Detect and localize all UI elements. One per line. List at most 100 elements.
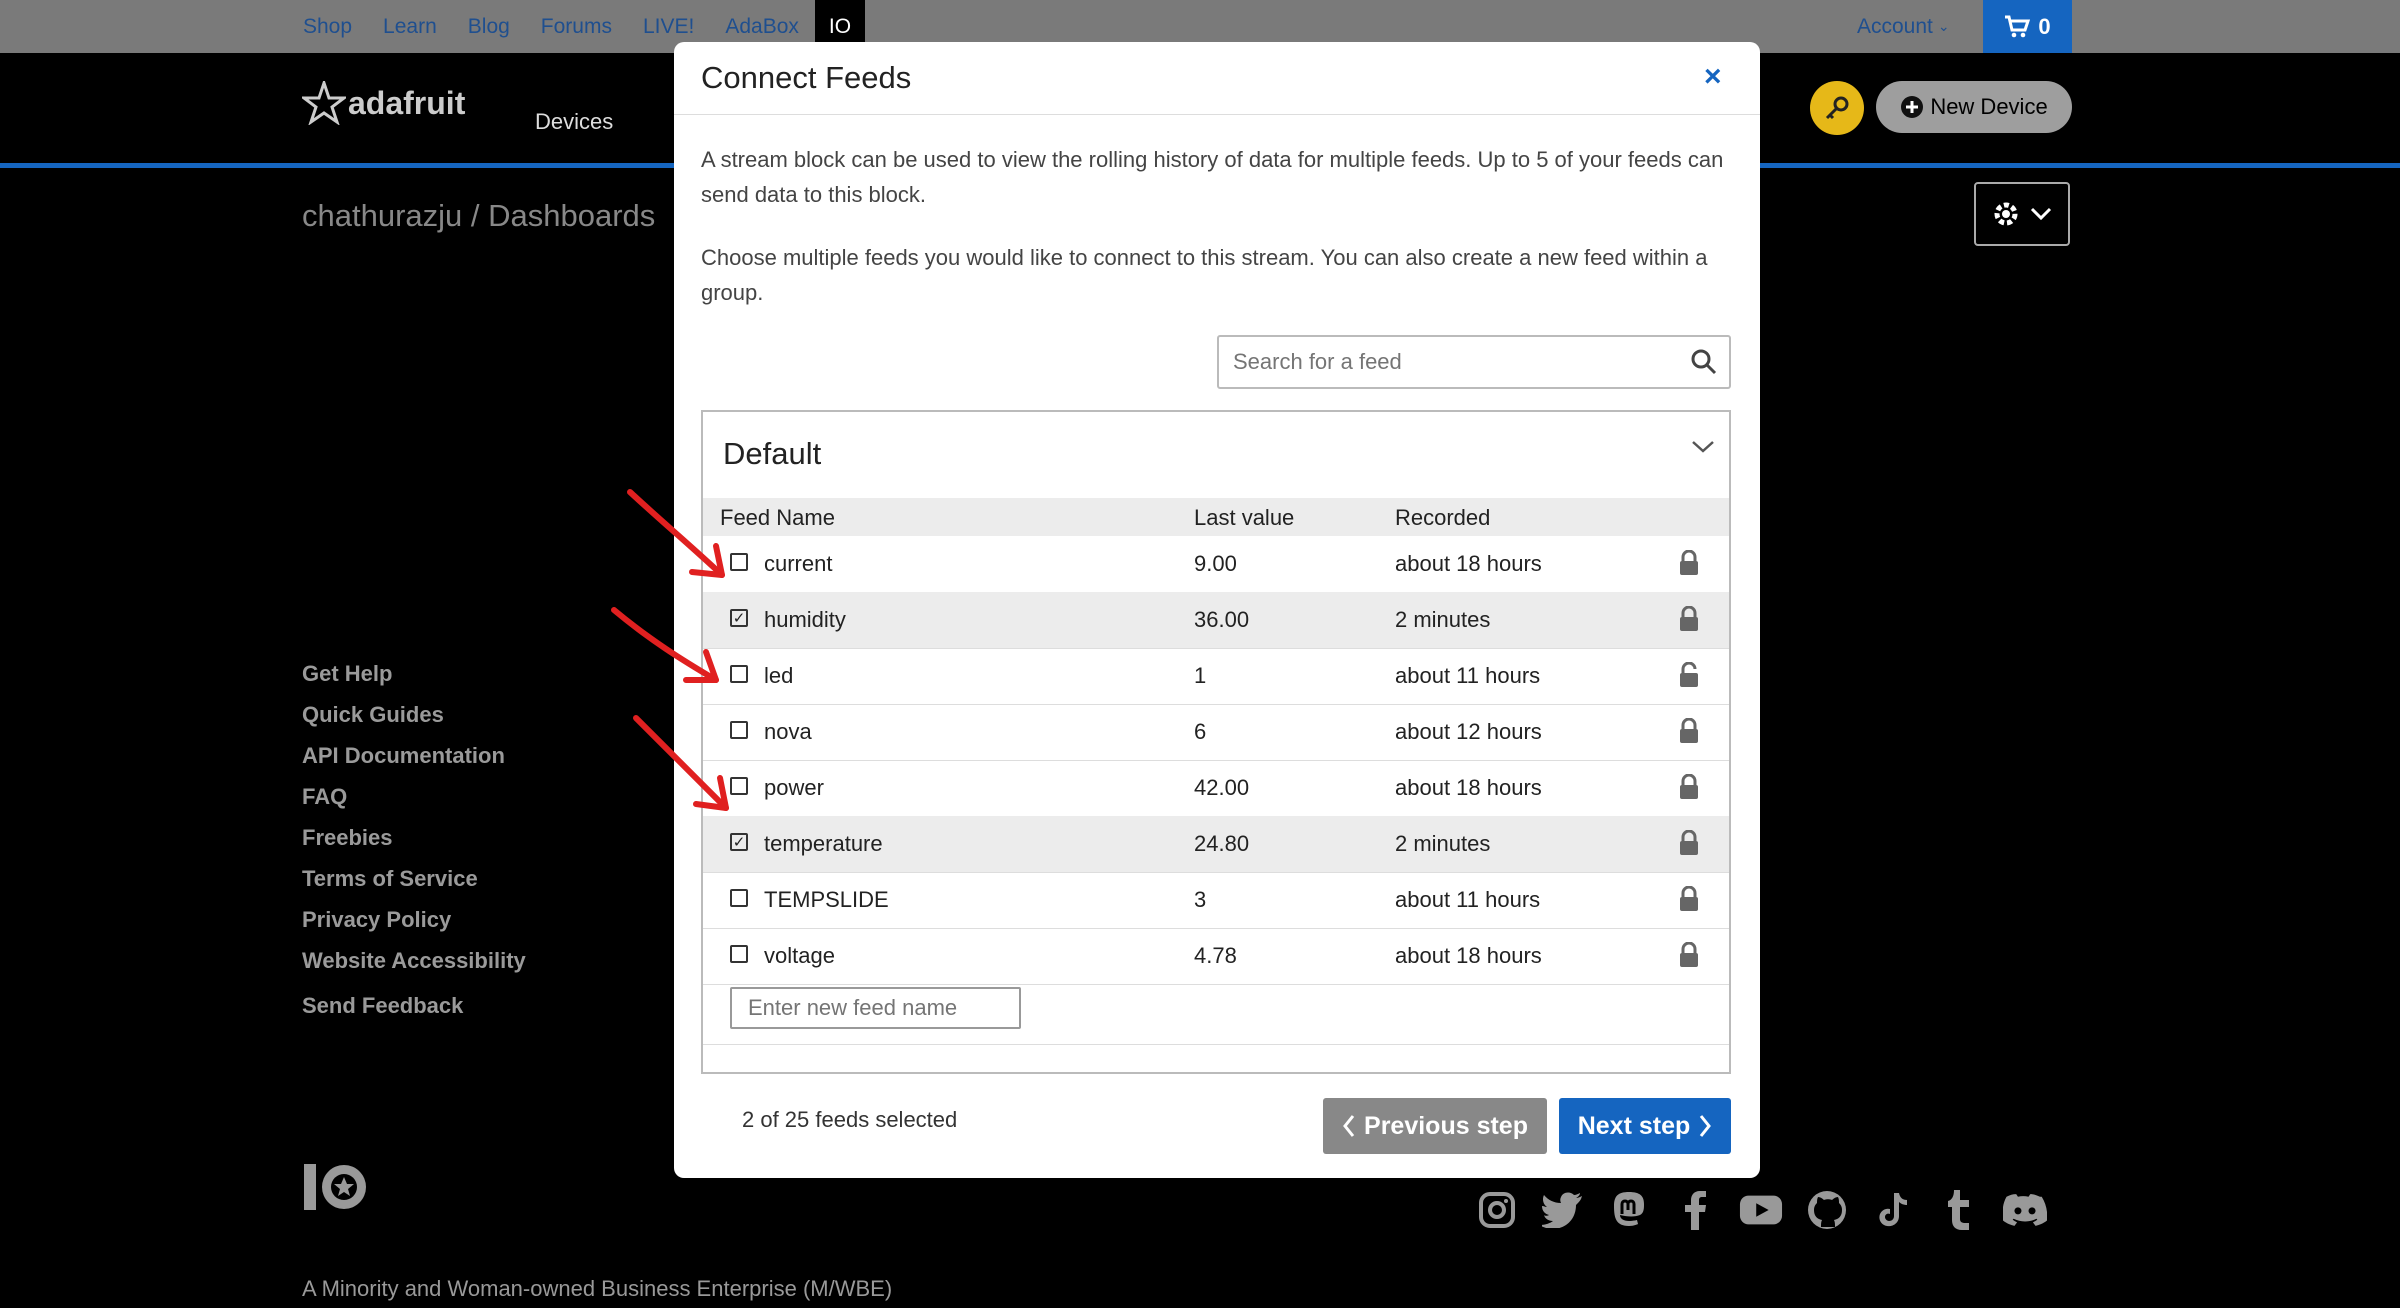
footer-link-terms[interactable]: Terms of Service xyxy=(302,865,526,906)
search-input[interactable] xyxy=(1231,348,1691,376)
feed-checkbox[interactable]: ✓ xyxy=(730,833,748,851)
instagram-icon[interactable] xyxy=(1475,1188,1519,1232)
feed-checkbox[interactable]: ✓ xyxy=(730,609,748,627)
cart-button[interactable]: 0 xyxy=(1983,0,2072,53)
feed-checkbox[interactable] xyxy=(730,945,748,963)
lock-icon xyxy=(1678,829,1700,862)
feed-recorded: about 18 hours xyxy=(1395,943,1542,968)
footer-link-feedback[interactable]: Send Feedback xyxy=(302,992,526,1033)
top-link-learn[interactable]: Learn xyxy=(383,15,437,39)
tumblr-icon[interactable] xyxy=(1937,1188,1981,1232)
top-link-live[interactable]: LIVE! xyxy=(643,15,694,39)
discord-icon[interactable] xyxy=(2003,1188,2047,1232)
footer-link-privacy[interactable]: Privacy Policy xyxy=(302,906,526,947)
adafruit-logo[interactable]: adafruit xyxy=(302,81,465,125)
feed-name: TEMPSLIDE xyxy=(764,887,889,912)
youtube-icon[interactable] xyxy=(1739,1188,1783,1232)
cart-icon xyxy=(2005,15,2031,37)
next-step-label: Next step xyxy=(1577,1111,1691,1140)
feed-last-value: 36.00 xyxy=(1194,607,1250,632)
feed-row[interactable]: nova 6 about 12 hours xyxy=(703,704,1729,761)
feed-name: humidity xyxy=(764,607,846,632)
account-label: Account xyxy=(1857,14,1933,38)
feed-name: led xyxy=(764,663,794,688)
feed-name: power xyxy=(764,775,824,800)
footer-link-get-help[interactable]: Get Help xyxy=(302,660,526,701)
new-device-label: New Device xyxy=(1930,94,2048,119)
feed-row[interactable]: TEMPSLIDE 3 about 11 hours xyxy=(703,872,1729,929)
github-icon[interactable] xyxy=(1805,1188,1849,1232)
feed-table-header: Feed Name Last value Recorded xyxy=(703,498,1729,536)
new-feed-field xyxy=(730,987,1021,1029)
panel-divider xyxy=(703,1044,1729,1045)
lock-icon xyxy=(1678,773,1700,806)
group-title[interactable]: Default xyxy=(723,436,821,472)
search-icon[interactable] xyxy=(1691,349,1717,375)
feed-row[interactable]: ✓ humidity 36.00 2 minutes xyxy=(703,592,1729,649)
new-feed-input[interactable] xyxy=(746,994,1005,1022)
account-menu[interactable]: Account ⌄ xyxy=(1857,0,1950,53)
new-device-button[interactable]: New Device xyxy=(1876,81,2072,133)
footer-link-freebies[interactable]: Freebies xyxy=(302,824,526,865)
previous-step-label: Previous step xyxy=(1364,1111,1528,1140)
feed-recorded: about 18 hours xyxy=(1395,551,1542,576)
feed-recorded: about 11 hours xyxy=(1395,887,1541,912)
mwbe-statement: A Minority and Woman-owned Business Ente… xyxy=(302,1276,893,1301)
feed-row[interactable]: power 42.00 about 18 hours xyxy=(703,760,1729,817)
nav-devices[interactable]: Devices xyxy=(535,109,613,135)
tiktok-icon[interactable] xyxy=(1871,1188,1915,1232)
key-icon xyxy=(1825,96,1849,120)
feed-last-value: 9.00 xyxy=(1194,551,1237,576)
feed-checkbox[interactable] xyxy=(730,889,748,907)
logo-text: adafruit xyxy=(348,84,466,121)
feed-last-value: 6 xyxy=(1194,719,1207,744)
top-link-blog[interactable]: Blog xyxy=(468,15,510,39)
feed-checkbox[interactable] xyxy=(730,665,748,683)
feed-search xyxy=(1217,335,1731,389)
feed-checkbox[interactable] xyxy=(730,553,748,571)
close-icon[interactable]: × xyxy=(1704,60,1722,94)
modal-title: Connect Feeds xyxy=(701,60,912,95)
feed-row[interactable]: voltage 4.78 about 18 hours xyxy=(703,928,1729,985)
top-link-adabox[interactable]: AdaBox xyxy=(725,15,799,39)
chevron-down-icon: ⌄ xyxy=(1937,18,1950,34)
footer-links: Get Help Quick Guides API Documentation … xyxy=(302,660,526,1033)
column-recorded: Recorded xyxy=(1395,505,1491,530)
cart-count: 0 xyxy=(2038,13,2051,39)
api-key-button[interactable] xyxy=(1810,81,1864,135)
io-logo xyxy=(302,1160,372,1218)
mastodon-icon[interactable] xyxy=(1607,1188,1651,1232)
feed-row[interactable]: led 1 about 11 hours xyxy=(703,648,1729,705)
gear-icon xyxy=(1994,202,2018,226)
chevron-left-icon xyxy=(1343,1115,1355,1137)
feed-recorded: about 18 hours xyxy=(1395,775,1542,800)
feed-recorded: about 12 hours xyxy=(1395,719,1542,744)
footer-link-api-docs[interactable]: API Documentation xyxy=(302,742,526,783)
next-step-button[interactable]: Next step xyxy=(1559,1098,1731,1154)
flower-logo-icon xyxy=(302,81,346,125)
twitter-icon[interactable] xyxy=(1541,1188,1585,1232)
lock-icon xyxy=(1678,549,1700,582)
column-last-value: Last value xyxy=(1194,505,1295,530)
feed-row[interactable]: ✓ temperature 24.80 2 minutes xyxy=(703,816,1729,873)
breadcrumb[interactable]: chathurazju / Dashboards xyxy=(302,198,655,234)
top-link-forums[interactable]: Forums xyxy=(541,15,612,39)
top-link-shop[interactable]: Shop xyxy=(303,15,352,39)
chevron-down-icon xyxy=(2030,207,2052,221)
footer-link-faq[interactable]: FAQ xyxy=(302,783,526,824)
footer-link-accessibility[interactable]: Website Accessibility xyxy=(302,947,526,988)
feed-last-value: 3 xyxy=(1194,887,1207,912)
feed-checkbox[interactable] xyxy=(730,721,748,739)
feed-checkbox[interactable] xyxy=(730,777,748,795)
connect-feeds-modal: Connect Feeds × A stream block can be us… xyxy=(674,42,1760,1178)
chevron-down-icon[interactable] xyxy=(1691,440,1715,454)
modal-intro-text: A stream block can be used to view the r… xyxy=(701,147,1724,207)
facebook-icon[interactable] xyxy=(1673,1188,1717,1232)
lock-icon xyxy=(1678,717,1700,750)
dashboard-settings-button[interactable] xyxy=(1974,182,2070,246)
footer-link-quick-guides[interactable]: Quick Guides xyxy=(302,701,526,742)
previous-step-button[interactable]: Previous step xyxy=(1323,1098,1547,1154)
feed-group-panel: Default Feed Name Last value Recorded cu… xyxy=(701,410,1731,1074)
feed-name: current xyxy=(764,551,833,576)
feed-row[interactable]: current 9.00 about 18 hours xyxy=(703,536,1729,593)
